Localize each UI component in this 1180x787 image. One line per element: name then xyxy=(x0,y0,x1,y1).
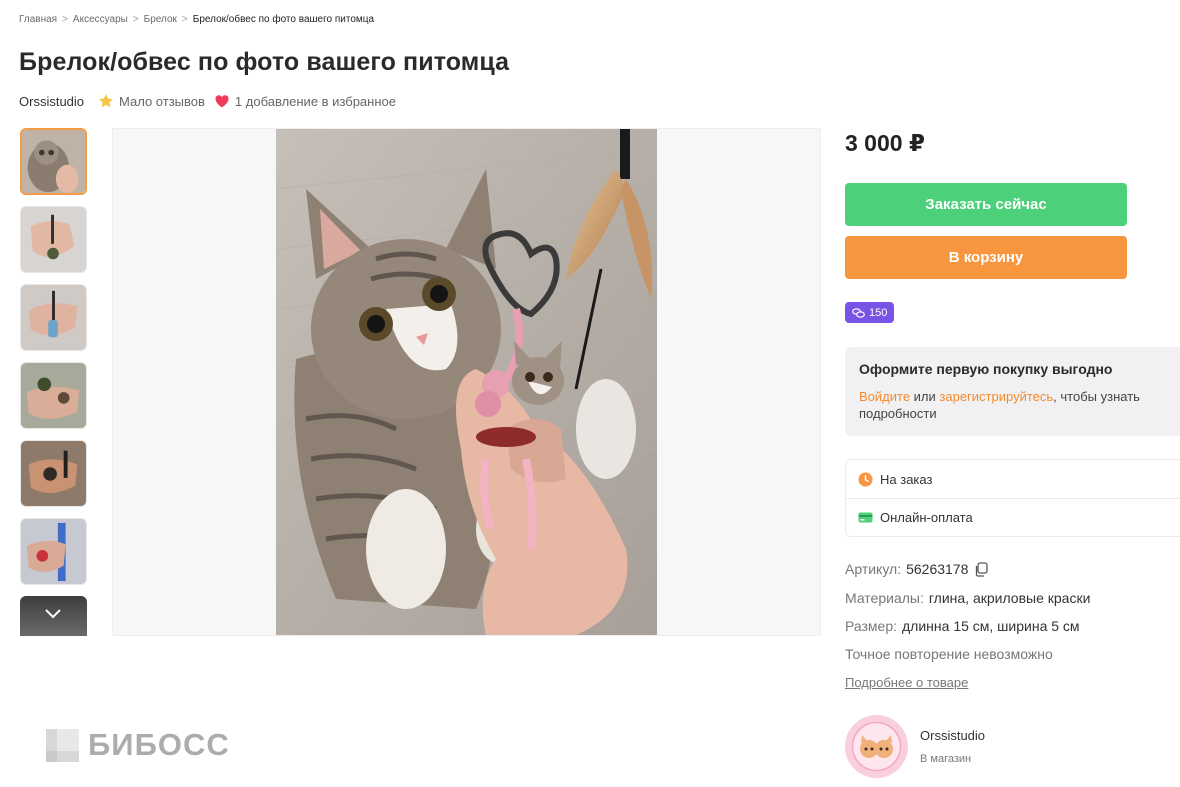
thumbnail-image xyxy=(21,207,86,272)
login-link[interactable]: Войдите xyxy=(859,389,910,404)
thumbnail-1[interactable] xyxy=(20,128,87,195)
thumbnail-image xyxy=(21,363,86,428)
spec-value: длинна 15 см, ширина 5 см xyxy=(902,618,1080,634)
first-purchase-promo: Оформите первую покупку выгодно Войдите … xyxy=(845,347,1180,436)
breadcrumb-keychain[interactable]: Брелок xyxy=(144,14,177,25)
thumbnail-5[interactable] xyxy=(20,440,87,507)
bonus-badge[interactable]: 150 xyxy=(845,302,895,323)
spec-value: глина, акриловые краски xyxy=(928,590,1091,606)
clock-icon xyxy=(858,472,873,486)
spec-label: Размер: xyxy=(845,618,898,634)
breadcrumb-separator: > xyxy=(132,14,139,25)
page-title: Брелок/обвес по фото вашего питомца xyxy=(19,48,510,76)
feature-online-payment: Онлайн-оплата xyxy=(846,498,1180,536)
watermark-text: БИБОСС xyxy=(88,727,230,762)
features-list: На заказ Онлайн-оплата xyxy=(845,459,1180,537)
seller-name[interactable]: Orssistudio xyxy=(920,728,985,743)
thumbnail-image xyxy=(22,130,85,193)
thumbnail-image xyxy=(21,441,86,506)
reviews-count[interactable]: Мало отзывов xyxy=(119,94,205,109)
spec-label: Материалы: xyxy=(845,590,924,606)
bonus-amount: 150 xyxy=(869,306,888,319)
avatar-image xyxy=(845,715,908,778)
main-photo-frame[interactable] xyxy=(112,128,821,636)
thumbnail-3[interactable] xyxy=(20,284,87,351)
star-icon xyxy=(99,94,114,108)
spec-article: Артикул: 56263178 xyxy=(845,561,989,577)
breadcrumb-accessories[interactable]: Аксессуары xyxy=(73,14,128,25)
chevron-down-icon xyxy=(45,609,61,619)
spec-size: Размер: длинна 15 см, ширина 5 см xyxy=(845,618,1080,634)
thumbnail-4[interactable] xyxy=(20,362,87,429)
add-to-cart-button[interactable]: В корзину xyxy=(845,236,1127,279)
product-price: 3 000 ₽ xyxy=(845,130,925,156)
breadcrumb-separator: > xyxy=(181,14,188,25)
more-thumbnails-button[interactable] xyxy=(20,596,87,636)
breadcrumb-separator: > xyxy=(62,14,68,25)
feature-label: На заказ xyxy=(880,471,933,487)
feature-label: Онлайн-оплата xyxy=(880,510,973,525)
promo-text: Войдите или зарегистрируйтесь, чтобы узн… xyxy=(859,388,1159,422)
coins-icon xyxy=(852,307,865,318)
thumbnail-image xyxy=(21,285,86,350)
spec-label: Артикул: xyxy=(845,561,902,577)
thumbnail-image xyxy=(21,519,86,584)
shop-link[interactable]: Orssistudio xyxy=(19,94,84,109)
seller-card: Orssistudio В магазин xyxy=(845,715,985,778)
article-number: 56263178 xyxy=(906,561,969,577)
order-now-button[interactable]: Заказать сейчас xyxy=(845,183,1127,226)
thumbnail-2[interactable] xyxy=(20,206,87,273)
thumbnail-list xyxy=(20,128,87,636)
heart-icon xyxy=(215,95,229,108)
copy-icon[interactable] xyxy=(974,561,989,577)
product-details-link[interactable]: Подробнее о товаре xyxy=(845,675,968,690)
favorites-count: 1 добавление в избранное xyxy=(234,93,396,109)
seller-avatar[interactable] xyxy=(845,715,908,778)
thumbnail-6[interactable] xyxy=(20,518,87,585)
spec-materials: Материалы: глина, акриловые краски xyxy=(845,590,1090,606)
breadcrumb-current: Брелок/обвес по фото вашего питомца xyxy=(192,14,375,25)
breadcrumb: Главная > Аксессуары > Брелок > Брелок/о… xyxy=(19,14,374,25)
breadcrumb-home[interactable]: Главная xyxy=(19,14,57,25)
watermark-logo-icon xyxy=(46,728,79,762)
product-photo[interactable] xyxy=(276,129,657,635)
spec-note: Точное повторение невозможно xyxy=(845,646,1053,662)
feature-made-to-order: На заказ xyxy=(846,460,1180,498)
promo-or: или xyxy=(910,389,940,404)
product-photo-image xyxy=(276,129,657,635)
watermark: БИБОСС xyxy=(46,727,230,763)
promo-title: Оформите первую покупку выгодно xyxy=(859,361,1113,377)
product-meta: Orssistudio Мало отзывов 1 добавление в … xyxy=(19,93,396,109)
register-link[interactable]: зарегистрируйтесь xyxy=(939,389,1053,404)
go-to-store-link[interactable]: В магазин xyxy=(920,753,985,765)
seller-info: Orssistudio В магазин xyxy=(920,728,985,765)
card-icon xyxy=(858,512,873,523)
